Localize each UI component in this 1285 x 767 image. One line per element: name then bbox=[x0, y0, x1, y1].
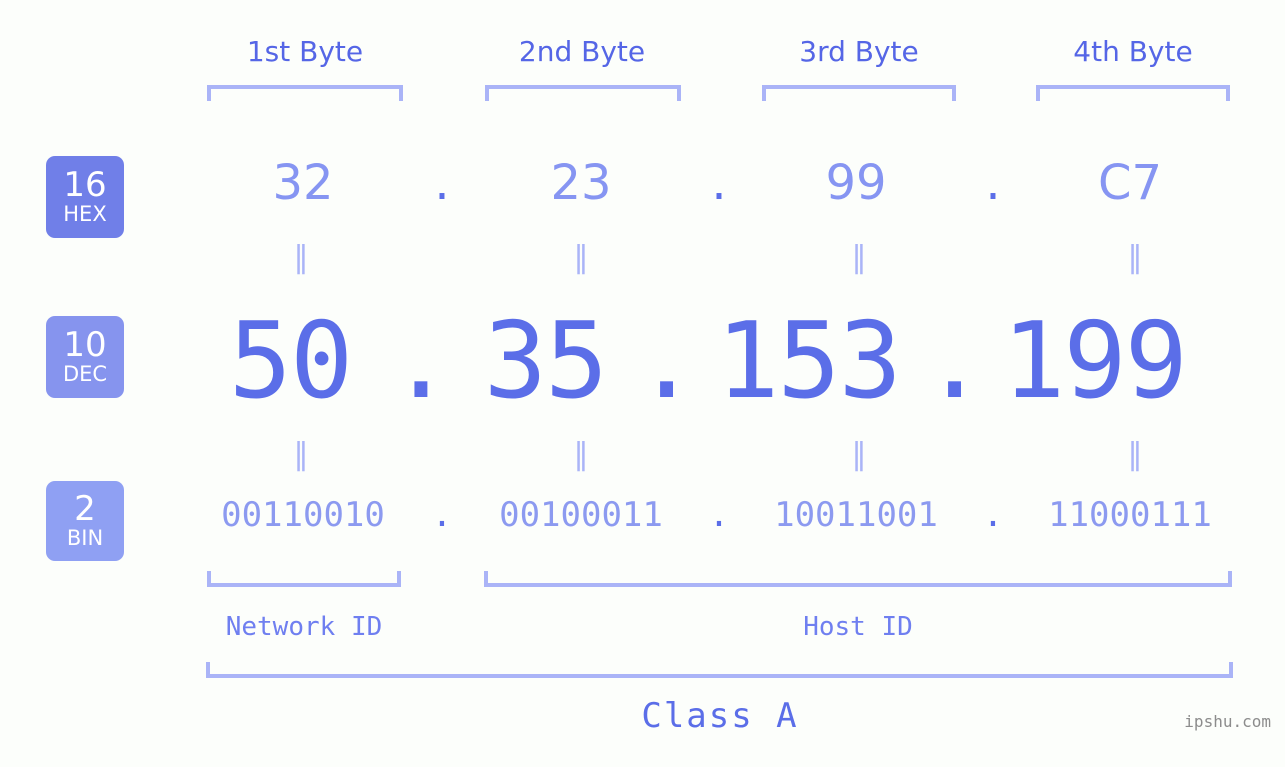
byte-header-4: 4th Byte bbox=[1073, 35, 1193, 68]
equality-mark-1-3: ‖ bbox=[851, 240, 867, 275]
byte-header-1: 1st Byte bbox=[246, 35, 364, 68]
byte-bracket-top-2 bbox=[485, 85, 681, 101]
dec-octet-4: 199 bbox=[1002, 300, 1188, 422]
base-badge-dec: 10 DEC bbox=[46, 316, 124, 398]
bin-separator-3: . bbox=[982, 495, 1004, 535]
hex-octet-2: 23 bbox=[550, 155, 612, 211]
dec-octet-3: 153 bbox=[716, 300, 902, 422]
bin-octet-2: 00100011 bbox=[499, 495, 663, 535]
base-badge-bin-number: 2 bbox=[74, 488, 96, 529]
site-watermark: ipshu.com bbox=[1184, 712, 1271, 731]
dec-separator-2: . bbox=[635, 300, 698, 422]
byte-header-2: 2nd Byte bbox=[518, 35, 646, 68]
equality-mark-2-2: ‖ bbox=[573, 437, 589, 472]
hex-value-row: 32 . 23 . 99 . C7 bbox=[140, 155, 1255, 225]
bin-octet-3: 10011001 bbox=[774, 495, 938, 535]
equality-mark-2-3: ‖ bbox=[851, 437, 867, 472]
hex-separator-3: . bbox=[985, 155, 1001, 211]
dec-octet-1: 50 bbox=[228, 300, 353, 422]
base-badge-bin: 2 BIN bbox=[46, 481, 124, 561]
equality-mark-2-1: ‖ bbox=[293, 437, 309, 472]
dec-separator-1: . bbox=[389, 300, 452, 422]
base-badge-hex-name: HEX bbox=[63, 201, 107, 226]
bin-separator-1: . bbox=[431, 495, 453, 535]
hex-separator-2: . bbox=[711, 155, 727, 211]
base-badge-bin-name: BIN bbox=[66, 525, 104, 550]
bin-value-row: 00110010 . 00100011 . 10011001 . 1100011… bbox=[140, 495, 1255, 545]
base-badge-hex-number: 16 bbox=[63, 164, 107, 205]
class-bracket bbox=[206, 662, 1233, 678]
byte-bracket-top-1 bbox=[207, 85, 403, 101]
host-id-label: Host ID bbox=[803, 612, 913, 642]
byte-header-3: 3rd Byte bbox=[799, 35, 919, 68]
byte-bracket-top-4 bbox=[1036, 85, 1230, 101]
base-badge-dec-number: 10 bbox=[63, 324, 107, 365]
equality-mark-1-2: ‖ bbox=[573, 240, 589, 275]
base-badge-hex: 16 HEX bbox=[46, 156, 124, 238]
dec-separator-3: . bbox=[923, 300, 986, 422]
hex-octet-4: C7 bbox=[1097, 155, 1163, 211]
ip-address-breakdown-diagram: 1st Byte 2nd Byte 3rd Byte 4th Byte 16 H… bbox=[0, 0, 1285, 767]
base-badge-dec-name: DEC bbox=[62, 361, 108, 386]
network-id-bracket bbox=[207, 571, 401, 587]
network-id-label: Network ID bbox=[225, 612, 383, 642]
dec-value-row: 50 . 35 . 153 . 199 bbox=[140, 300, 1255, 422]
hex-octet-3: 99 bbox=[825, 155, 887, 211]
bin-octet-1: 00110010 bbox=[221, 495, 385, 535]
bin-separator-2: . bbox=[708, 495, 730, 535]
class-label: Class A bbox=[641, 696, 799, 736]
byte-bracket-top-3 bbox=[762, 85, 956, 101]
dec-octet-2: 35 bbox=[483, 300, 608, 422]
host-id-bracket bbox=[484, 571, 1232, 587]
bin-octet-4: 11000111 bbox=[1048, 495, 1212, 535]
hex-separator-1: . bbox=[434, 155, 450, 211]
equality-mark-1-4: ‖ bbox=[1127, 240, 1143, 275]
hex-octet-1: 32 bbox=[272, 155, 334, 211]
equality-mark-2-4: ‖ bbox=[1127, 437, 1143, 472]
equality-mark-1-1: ‖ bbox=[293, 240, 309, 275]
